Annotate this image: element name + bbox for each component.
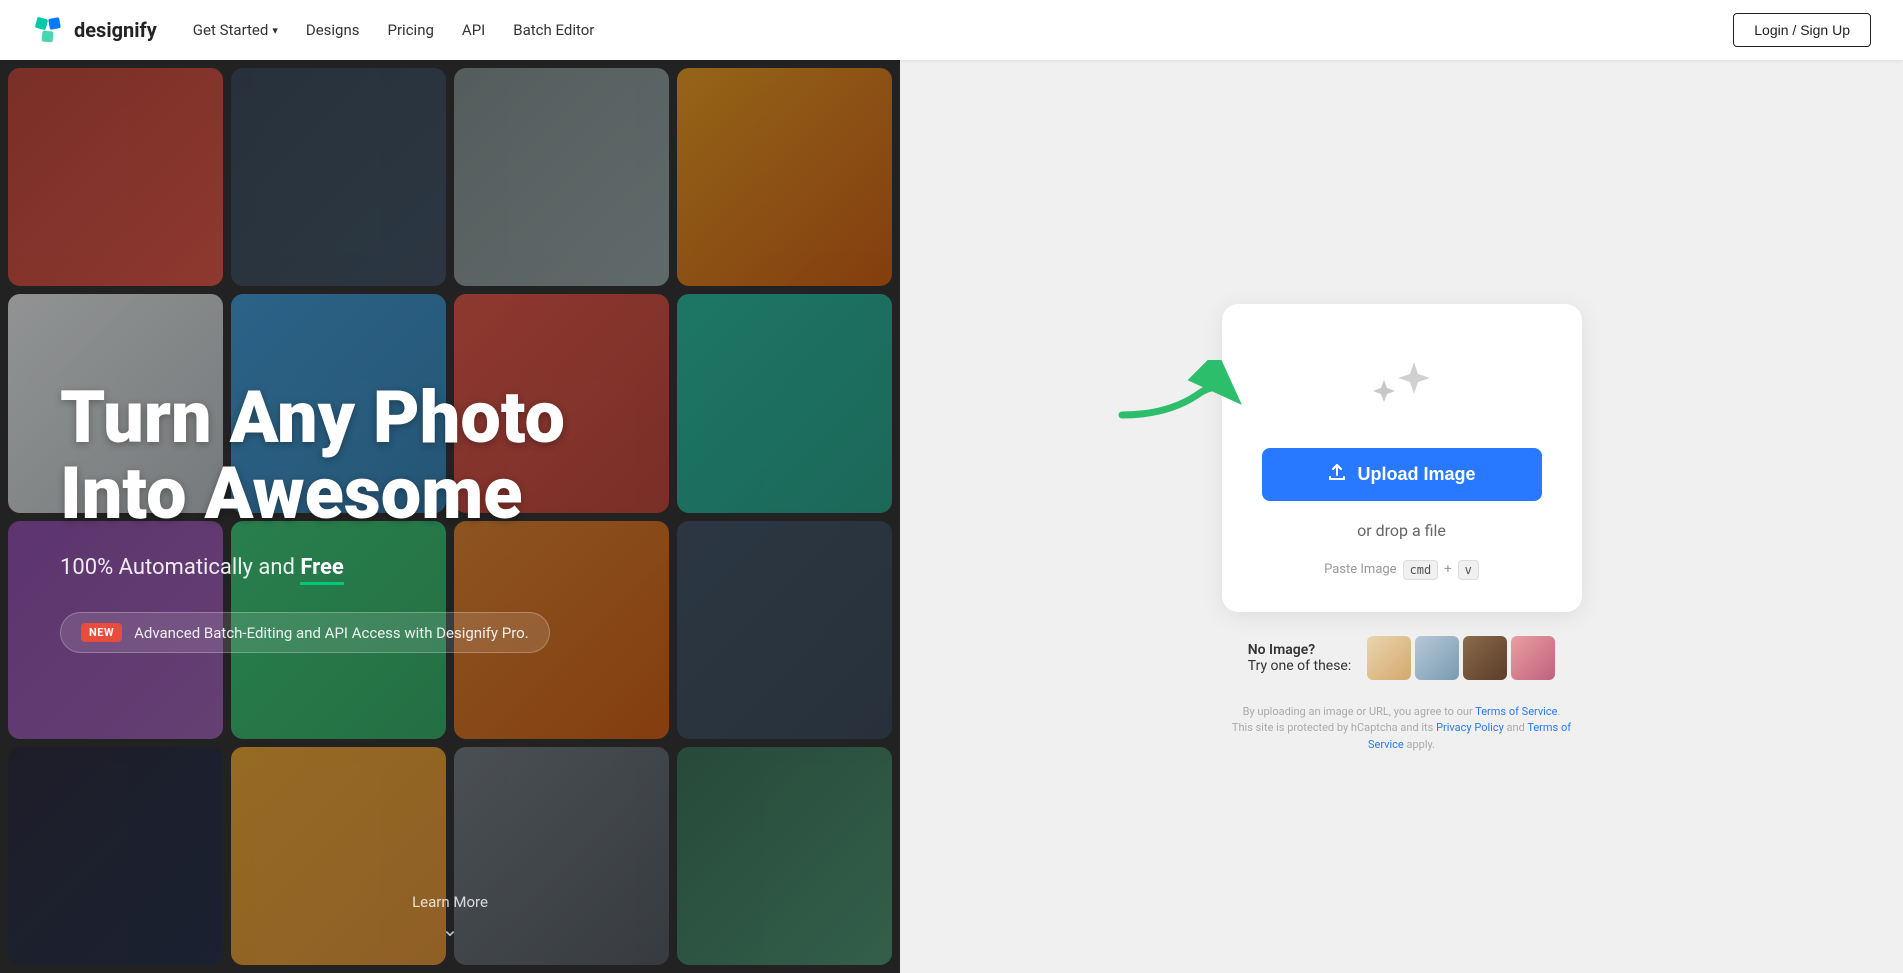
v-key: v [1458, 560, 1479, 580]
terms-link-1[interactable]: Terms of Service [1475, 705, 1557, 718]
drop-label: or drop a file [1357, 521, 1446, 540]
sample-thumb-3[interactable] [1463, 636, 1507, 680]
hero-title: Turn Any Photo Into Awesome [60, 380, 840, 531]
new-badge-container[interactable]: NEW Advanced Batch-Editing and API Acces… [60, 612, 550, 653]
upload-button[interactable]: Upload Image [1262, 448, 1542, 501]
logo-text: designify [74, 18, 157, 42]
login-button[interactable]: Login / Sign Up [1733, 13, 1871, 47]
promo-banner[interactable]: NEW Advanced Batch-Editing and API Acces… [60, 612, 840, 653]
sample-label-group: No Image? Try one of these: [1248, 642, 1352, 674]
cmd-key: cmd [1403, 560, 1439, 580]
nav-designs[interactable]: Designs [306, 21, 360, 39]
hero-subtitle: 100% Automatically and Free [60, 555, 840, 580]
free-label: Free [300, 555, 343, 585]
try-label: Try one of these: [1248, 658, 1352, 674]
upload-icon [1327, 462, 1347, 487]
hero-overlay: Turn Any Photo Into Awesome 100% Automat… [0, 60, 900, 973]
nav-api[interactable]: API [462, 21, 485, 39]
nav-get-started[interactable]: Get Started [193, 21, 278, 39]
sample-images [1367, 636, 1555, 680]
main-layout: Turn Any Photo Into Awesome 100% Automat… [0, 0, 1903, 973]
privacy-link[interactable]: Privacy Policy [1436, 721, 1504, 734]
sample-thumb-4[interactable] [1511, 636, 1555, 680]
hero-section: Turn Any Photo Into Awesome 100% Automat… [0, 60, 900, 973]
sample-thumb-2[interactable] [1415, 636, 1459, 680]
sample-thumb-1[interactable] [1367, 636, 1411, 680]
no-image-label: No Image? [1248, 642, 1352, 658]
plus-sign: + [1444, 562, 1451, 577]
nav-pricing[interactable]: Pricing [388, 21, 434, 39]
legal-text: By uploading an image or URL, you agree … [1232, 704, 1572, 754]
learn-more-label: Learn More [412, 893, 488, 911]
upload-card: Upload Image or drop a file Paste Image … [1222, 304, 1582, 612]
learn-more[interactable]: Learn More ⌄ [0, 893, 900, 941]
sparkles-icon [1362, 352, 1442, 424]
navbar-right: Login / Sign Up [1733, 13, 1871, 47]
new-badge: NEW [81, 623, 122, 642]
paste-row: Paste Image cmd + v [1324, 560, 1479, 580]
green-arrow-icon [1112, 360, 1242, 430]
chevron-down-icon: ⌄ [442, 917, 459, 941]
navbar-left: designify Get Started Designs Pricing AP… [32, 14, 594, 46]
nav-batch-editor[interactable]: Batch Editor [513, 21, 594, 39]
upload-btn-label: Upload Image [1357, 464, 1475, 485]
sample-section: No Image? Try one of these: [1248, 636, 1556, 680]
paste-label: Paste Image [1324, 562, 1396, 577]
upload-section: Upload Image or drop a file Paste Image … [900, 60, 1903, 973]
nav-links: Get Started Designs Pricing API Batch Ed… [193, 21, 595, 39]
navbar: designify Get Started Designs Pricing AP… [0, 0, 1903, 60]
logo-icon [32, 14, 64, 46]
logo[interactable]: designify [32, 14, 157, 46]
promo-text: Advanced Batch-Editing and API Access wi… [134, 624, 529, 642]
